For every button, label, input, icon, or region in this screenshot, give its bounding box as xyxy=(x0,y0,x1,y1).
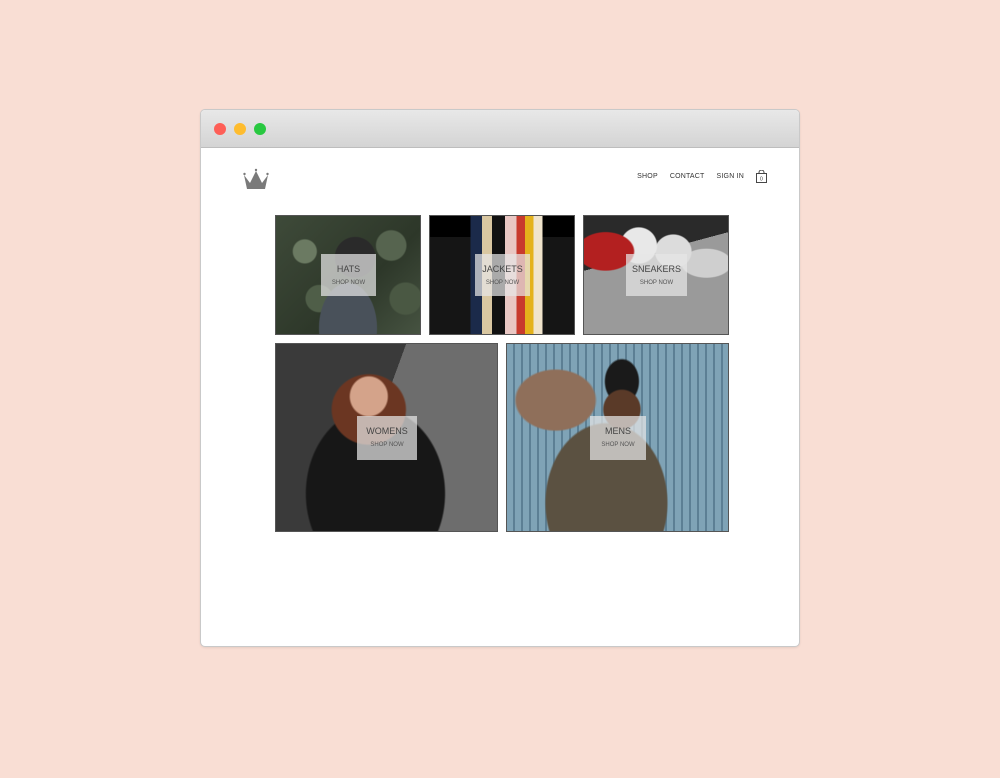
close-window-button[interactable] xyxy=(214,123,226,135)
shop-now-link[interactable]: SHOP NOW xyxy=(475,280,530,286)
category-tile-hats[interactable]: HATS SHOP NOW xyxy=(275,215,421,335)
shop-now-link[interactable]: SHOP NOW xyxy=(357,442,417,448)
shop-page: SHOP CONTACT SIGN IN 0 HATS SHOP NOW JAC… xyxy=(201,148,799,646)
category-title: WOMENS xyxy=(366,426,408,436)
category-title: HATS xyxy=(336,264,361,274)
nav-shop-link[interactable]: SHOP xyxy=(637,173,658,180)
category-tile-sneakers[interactable]: SNEAKERS SHOP NOW xyxy=(583,215,729,335)
maximize-window-button[interactable] xyxy=(254,123,266,135)
minimize-window-button[interactable] xyxy=(234,123,246,135)
category-tile-jackets[interactable]: JACKETS SHOP NOW xyxy=(429,215,575,335)
category-title: MENS xyxy=(604,426,631,436)
nav-contact-link[interactable]: CONTACT xyxy=(670,173,705,180)
category-tile-womens[interactable]: WOMENS SHOP NOW xyxy=(275,343,498,532)
window-titlebar xyxy=(201,110,799,148)
category-label-hats[interactable]: HATS SHOP NOW xyxy=(321,254,376,296)
main-nav: SHOP CONTACT SIGN IN 0 xyxy=(637,170,767,183)
category-title: SNEAKERS xyxy=(631,264,682,274)
browser-window: SHOP CONTACT SIGN IN 0 HATS SHOP NOW JAC… xyxy=(200,109,800,647)
category-title: JACKETS xyxy=(482,264,523,274)
shop-now-link[interactable]: SHOP NOW xyxy=(321,280,376,286)
shopping-bag-icon[interactable]: 0 xyxy=(756,170,767,183)
crown-icon[interactable] xyxy=(243,168,269,190)
category-tile-mens[interactable]: MENS SHOP NOW xyxy=(506,343,729,532)
category-label-womens[interactable]: WOMENS SHOP NOW xyxy=(357,416,417,460)
category-label-sneakers[interactable]: SNEAKERS SHOP NOW xyxy=(626,254,687,296)
nav-sign-in-link[interactable]: SIGN IN xyxy=(717,173,744,180)
shop-now-link[interactable]: SHOP NOW xyxy=(590,442,646,448)
shop-now-link[interactable]: SHOP NOW xyxy=(626,280,687,286)
svg-text:0: 0 xyxy=(760,177,763,183)
category-label-jackets[interactable]: JACKETS SHOP NOW xyxy=(475,254,530,296)
category-label-mens[interactable]: MENS SHOP NOW xyxy=(590,416,646,460)
